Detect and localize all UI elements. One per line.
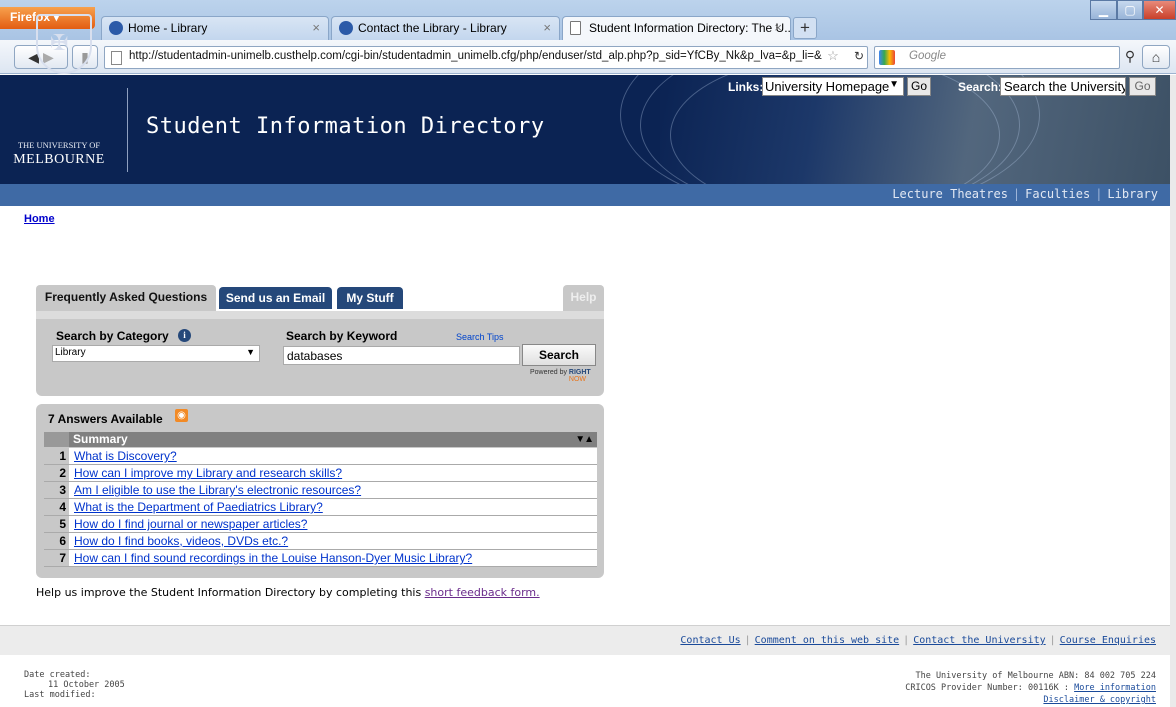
rss-icon[interactable]: ◉ xyxy=(175,409,188,422)
table-row: 2 How can I improve my Library and resear… xyxy=(44,465,597,482)
footer-contact-university[interactable]: Contact the University xyxy=(913,635,1045,646)
chevron-down-icon: ▼ xyxy=(889,79,899,90)
table-row: 5 How do I find journal or newspaper arti… xyxy=(44,516,597,533)
reload-icon[interactable]: ↻ xyxy=(850,45,868,69)
unimelb-favicon-icon xyxy=(109,21,123,35)
tab-help[interactable]: Help xyxy=(563,285,604,311)
table-row: 3 Am I eligible to use the Library's elec… xyxy=(44,482,597,499)
category-label: Search by Category xyxy=(56,329,169,343)
table-row: 4 What is the Department of Paediatrics L… xyxy=(44,499,597,516)
browser-tab-student-directory[interactable]: Student Information Directory: The U... … xyxy=(562,16,791,40)
close-tab-icon[interactable]: × xyxy=(312,20,320,35)
browser-navbar: ◀ ▶ ▮ http://studentadmin-unimelb.custhe… xyxy=(0,40,1176,74)
search-button[interactable]: Search xyxy=(522,344,596,366)
site-title: Student Information Directory xyxy=(146,114,545,139)
footer-comment[interactable]: Comment on this web site xyxy=(755,635,900,646)
close-window-icon[interactable]: ✕ xyxy=(1143,0,1176,20)
sort-arrows-icon[interactable]: ▼▲ xyxy=(575,432,594,447)
answer-link[interactable]: What is Discovery? xyxy=(74,448,177,464)
browser-search-input[interactable]: Google xyxy=(874,46,1120,69)
feedback-prompt: Help us improve the Student Information … xyxy=(36,586,540,599)
minimize-window-icon[interactable]: ▁ xyxy=(1090,0,1117,20)
breadcrumb-home[interactable]: Home xyxy=(24,213,55,225)
close-tab-icon[interactable]: × xyxy=(543,20,551,35)
table-row: 6 How do I find books, videos, DVDs etc.? xyxy=(44,533,597,550)
faq-tabs: Frequently Asked Questions Send us an Em… xyxy=(36,285,604,311)
home-icon[interactable]: ⌂ xyxy=(1142,45,1170,69)
links-go-button[interactable]: Go xyxy=(907,77,931,96)
search-go-button[interactable]: Go xyxy=(1129,77,1156,96)
search-icon[interactable]: ⚲ xyxy=(1120,45,1140,69)
unimelb-favicon-icon xyxy=(339,21,353,35)
search-panel: Search by Category i Library ▼ Search by … xyxy=(36,311,604,396)
close-tab-icon[interactable]: × xyxy=(774,20,782,35)
tab-my-stuff[interactable]: My Stuff xyxy=(337,287,403,309)
new-tab-button[interactable]: + xyxy=(793,17,817,39)
disclaimer-link[interactable]: Disclaimer & copyright xyxy=(1043,695,1156,705)
footer-contact-us[interactable]: Contact Us xyxy=(680,635,740,646)
bookmark-star-icon[interactable]: ☆ xyxy=(824,45,842,69)
chevron-down-icon: ▼ xyxy=(246,347,255,357)
url-bar[interactable]: http://studentadmin-unimelb.custhelp.com… xyxy=(104,46,868,69)
google-logo-icon xyxy=(879,50,895,65)
nav-lecture-theatres[interactable]: Lecture Theatres xyxy=(892,187,1008,201)
page-scrollbar[interactable] xyxy=(1170,75,1176,707)
university-crest-logo: ✠ xyxy=(36,14,92,74)
tab-send-email[interactable]: Send us an Email xyxy=(219,287,332,309)
answer-link[interactable]: What is the Department of Paediatrics Li… xyxy=(74,499,323,515)
keyword-label: Search by Keyword xyxy=(286,329,398,343)
answers-count: 7 Answers Available xyxy=(48,412,163,426)
page-favicon-icon xyxy=(570,21,581,35)
footer-links-bar: Contact Us | Comment on this web site | Cont… xyxy=(0,625,1176,655)
keyword-input[interactable]: databases xyxy=(283,346,520,365)
browser-tab-contact-library[interactable]: Contact the Library - Library × xyxy=(331,16,560,40)
page-icon xyxy=(111,51,122,65)
tab-faq[interactable]: Frequently Asked Questions xyxy=(36,285,216,311)
links-label: Links: xyxy=(728,80,764,94)
nav-library[interactable]: Library xyxy=(1107,187,1158,201)
footer-legal: The University of Melbourne ABN: 84 002 … xyxy=(905,671,1156,705)
answer-link[interactable]: Am I eligible to use the Library's elect… xyxy=(74,482,361,498)
category-select[interactable]: Library ▼ xyxy=(52,345,260,362)
answers-panel: 7 Answers Available ◉ Summary ▼▲ 1 What i… xyxy=(36,404,604,578)
university-name: MELBOURNE xyxy=(13,152,105,167)
university-name-small: THE UNIVERSITY OF xyxy=(17,140,101,150)
summary-column-header[interactable]: Summary ▼▲ xyxy=(44,432,597,447)
search-label: Search: xyxy=(958,80,1003,94)
info-icon[interactable]: i xyxy=(178,329,191,342)
powered-by-logo: Powered by RIGHT NOW xyxy=(530,369,591,383)
footer-course-enquiries[interactable]: Course Enquiries xyxy=(1060,635,1156,646)
answers-list: 1 What is Discovery? 2 How can I improve m… xyxy=(44,448,597,567)
nav-faculties[interactable]: Faculties xyxy=(1025,187,1090,201)
university-search-input[interactable]: Search the University xyxy=(1000,77,1126,96)
search-tips-link[interactable]: Search Tips xyxy=(456,332,504,342)
browser-titlebar: Firefox ▾ Home - Library × Contact the L… xyxy=(0,0,1176,40)
more-information-link[interactable]: More information xyxy=(1074,683,1156,693)
links-select[interactable]: University Homepage ▼ xyxy=(762,77,904,96)
answer-link[interactable]: How can I improve my Library and researc… xyxy=(74,465,342,481)
page-dates: Date created: 11 October 2005 Last modif… xyxy=(24,670,125,700)
answer-link[interactable]: How can I find sound recordings in the L… xyxy=(74,550,472,566)
feedback-form-link[interactable]: short feedback form. xyxy=(425,586,540,599)
sub-navigation: Lecture Theatres | Faculties | Library xyxy=(0,184,1176,206)
table-row: 1 What is Discovery? xyxy=(44,448,597,465)
answer-link[interactable]: How do I find books, videos, DVDs etc.? xyxy=(74,533,288,549)
maximize-window-icon[interactable]: ▢ xyxy=(1117,0,1143,20)
header-divider xyxy=(127,88,128,172)
browser-tab-home-library[interactable]: Home - Library × xyxy=(101,16,329,40)
answer-link[interactable]: How do I find journal or newspaper artic… xyxy=(74,516,307,532)
table-row: 7 How can I find sound recordings in the … xyxy=(44,550,597,567)
